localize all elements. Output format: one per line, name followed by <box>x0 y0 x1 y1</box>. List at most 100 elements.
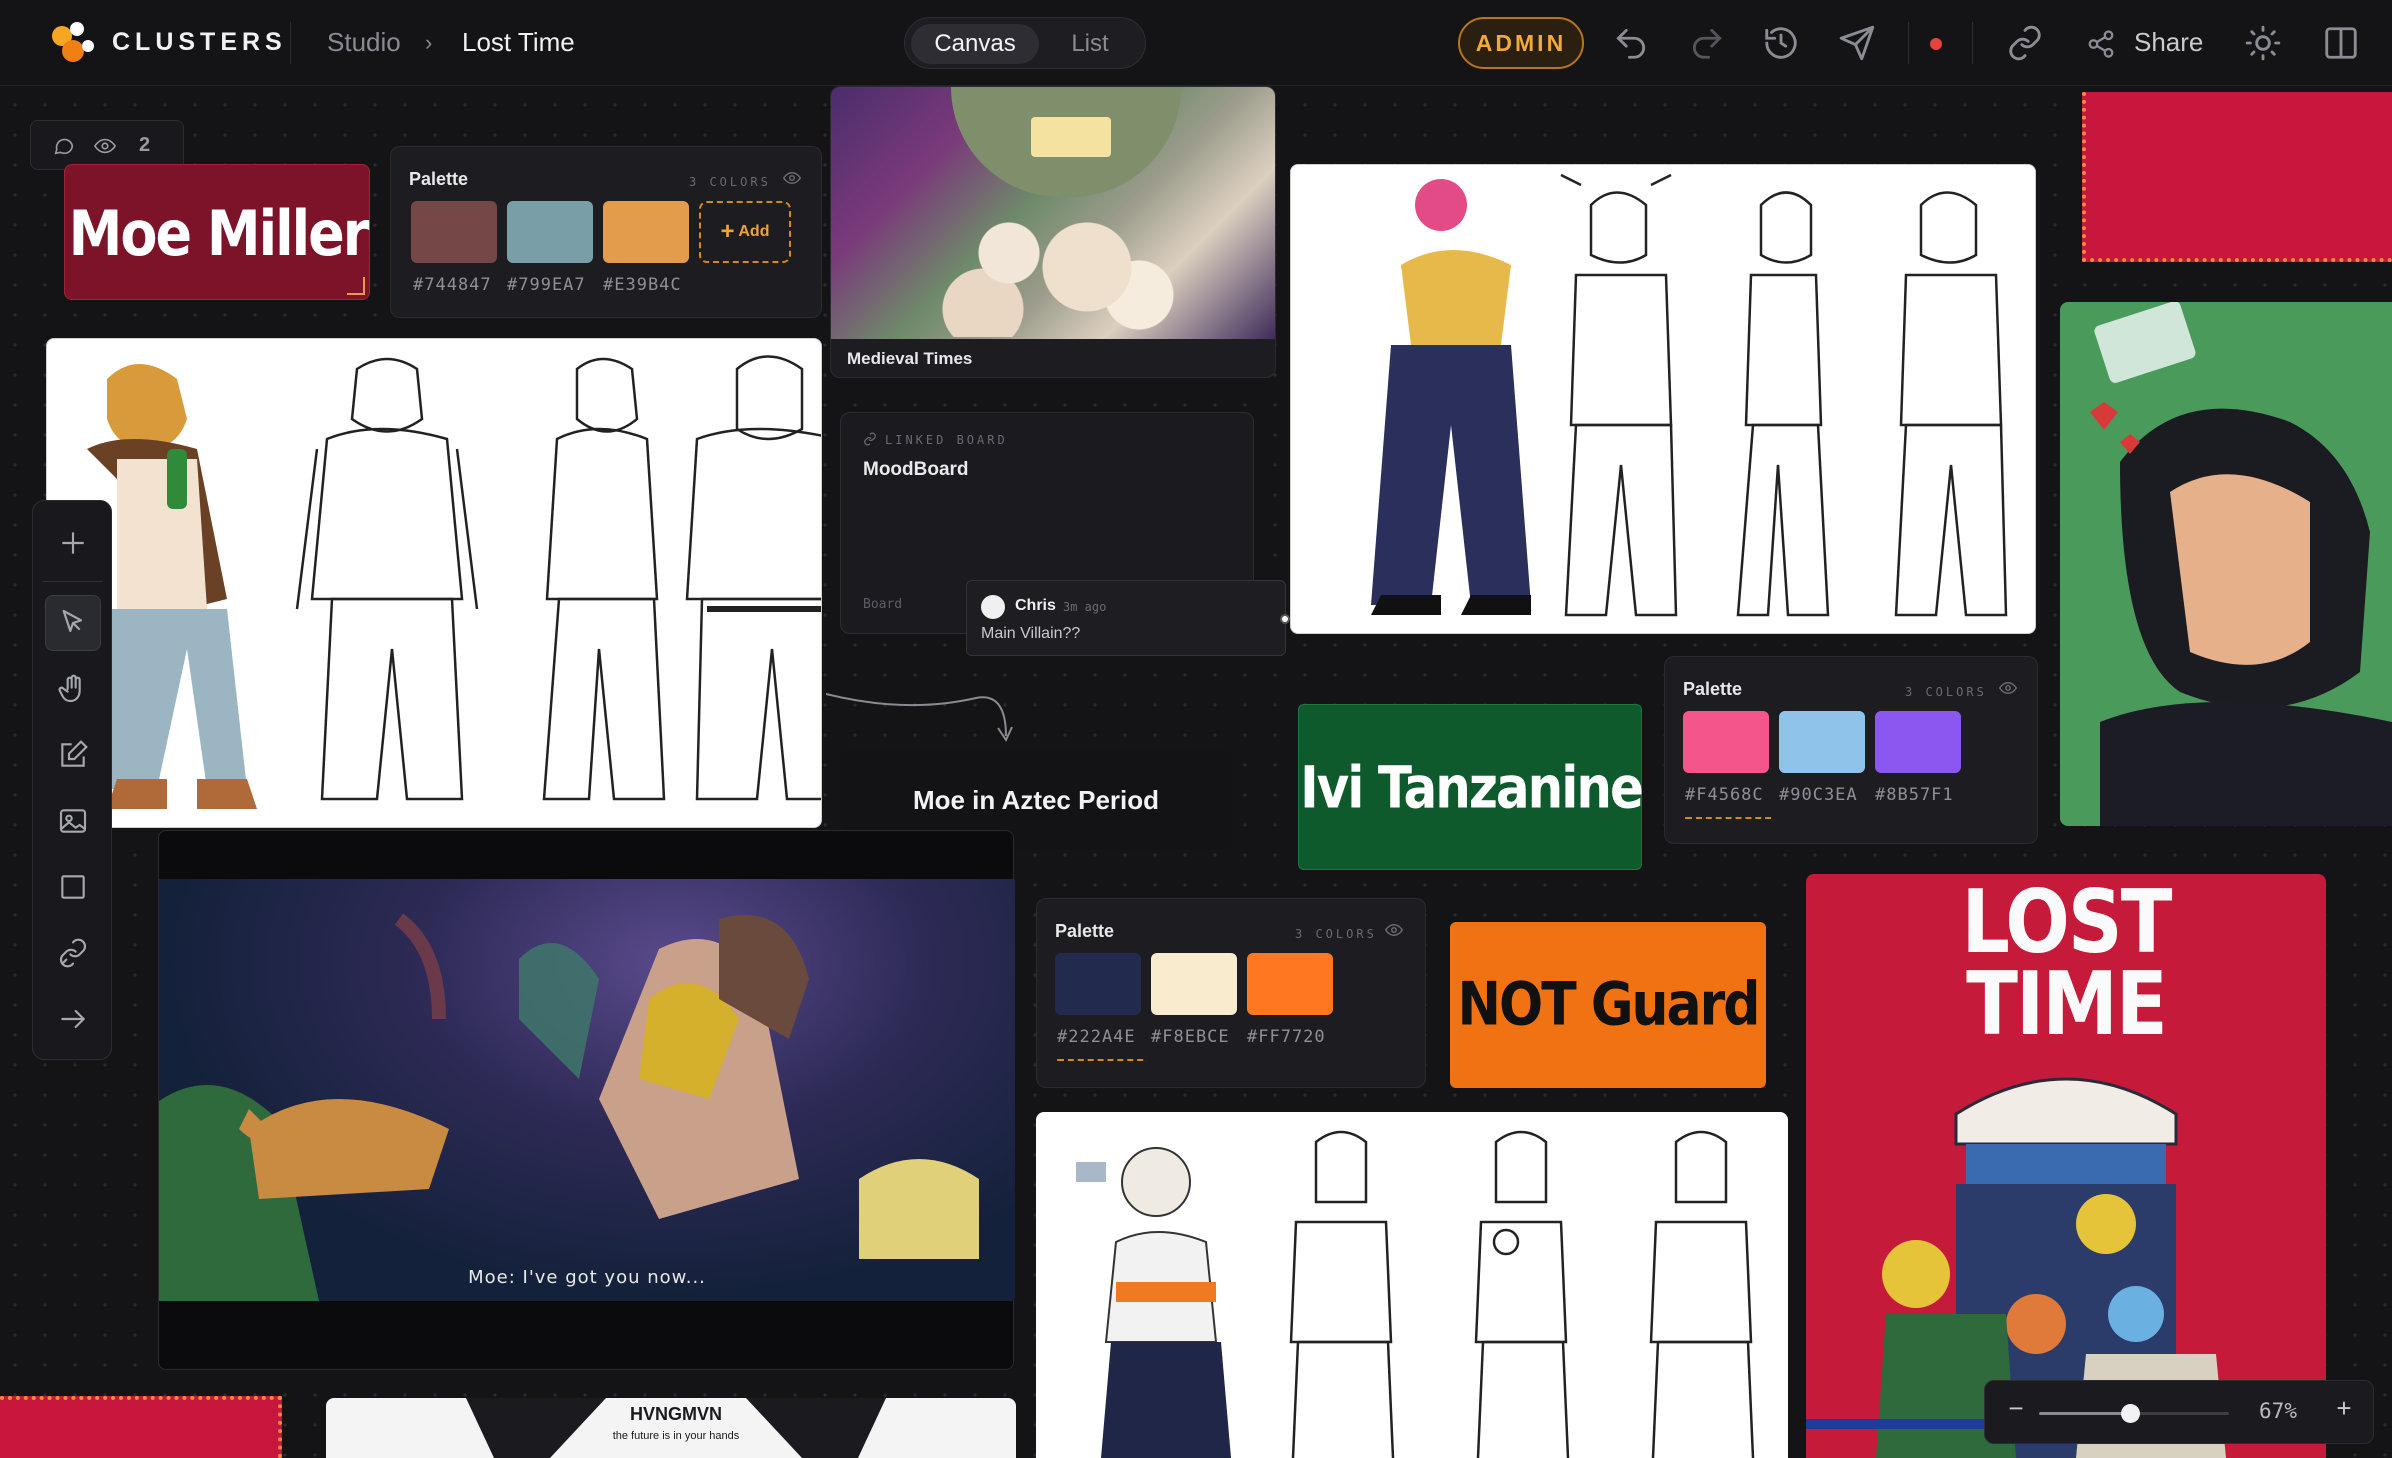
connector-arrow[interactable] <box>826 690 1046 760</box>
not-guard-name-card[interactable]: NOT Guard <box>1450 922 1766 1088</box>
red-texture-card[interactable] <box>2082 92 2392 262</box>
palette-swatch[interactable] <box>1779 711 1865 773</box>
lost-time-poster-image[interactable]: LOST TIME <box>1806 874 2326 1458</box>
link-icon[interactable] <box>45 925 101 981</box>
palette-hex-label: #799EA7 <box>507 275 586 295</box>
zoom-slider-thumb[interactable] <box>2121 1404 2140 1423</box>
history-icon[interactable] <box>1762 24 1800 62</box>
medieval-times-caption: Medieval Times <box>847 349 973 368</box>
hvngmvn-title: HVNGMVN <box>629 1404 722 1424</box>
zoom-in-button[interactable]: + <box>2329 1393 2359 1429</box>
image-icon[interactable] <box>45 793 101 849</box>
rectangle-icon[interactable] <box>45 859 101 915</box>
character-portrait-image[interactable] <box>2060 302 2392 826</box>
medieval-times-card[interactable]: Medieval Times <box>830 86 1276 378</box>
canvas-toolbar <box>32 500 112 1060</box>
comment-time: 3m ago <box>1063 600 1107 614</box>
moe-miller-name-card[interactable]: Moe Miller <box>64 164 370 300</box>
breadcrumb-current-board[interactable]: Lost Time <box>462 27 575 58</box>
theme-sun-icon[interactable] <box>2244 24 2282 62</box>
scene-subtitle: Moe: I've got you now... <box>468 1267 706 1288</box>
hvngmvn-poster-image[interactable]: HVNGMVN the future is in your hands <box>326 1398 1016 1458</box>
brand-name: CLUSTERS <box>112 28 287 56</box>
add-color-placeholder[interactable] <box>1055 1059 1147 1065</box>
linked-board-title: MoodBoard <box>863 459 969 480</box>
medieval-times-image <box>831 87 1275 339</box>
add-color-placeholder[interactable] <box>1683 817 1775 823</box>
breadcrumb-studio[interactable]: Studio <box>327 27 401 58</box>
share-icon[interactable] <box>2086 29 2116 59</box>
palette-card-3[interactable]: Palette 3 COLORS #222A4E #F8EBCE #FF7720 <box>1036 898 1426 1088</box>
aztec-scene-card[interactable]: Moe: I've got you now... <box>158 830 1015 1370</box>
palette-swatch[interactable] <box>1683 711 1769 773</box>
not-guard-title: NOT Guard <box>1457 970 1761 1040</box>
palette-swatch[interactable] <box>507 201 593 263</box>
palette-swatch[interactable] <box>1247 953 1333 1015</box>
view-toggle: Canvas List <box>904 17 1146 69</box>
top-bar: CLUSTERS Studio › Lost Time Canvas List … <box>0 0 2392 86</box>
ivi-tanzanine-name-card[interactable]: Ivi Tanzanine <box>1298 704 1644 870</box>
admin-badge[interactable]: ADMIN <box>1458 17 1584 69</box>
comment-text: Main Villain?? <box>981 625 1081 642</box>
sidebar-toggle-icon[interactable] <box>2322 24 2360 62</box>
ivi-character-sheet-image[interactable] <box>1290 164 2036 634</box>
moe-character-sheet-image[interactable] <box>46 338 822 828</box>
add-color-button[interactable]: + Add <box>699 201 791 263</box>
palette-color-count: 3 COLORS <box>689 175 771 189</box>
palette-card-2[interactable]: Palette 3 COLORS #F4568C #90C3EA #8B57F1 <box>1664 656 2038 844</box>
eye-icon[interactable] <box>1385 921 1403 939</box>
arrow-right-icon[interactable] <box>45 991 101 1047</box>
hvngmvn-tagline: the future is in your hands <box>612 1430 740 1442</box>
comment-bubble[interactable]: Chris 3m ago Main Villain?? <box>966 580 1286 656</box>
zoom-out-button[interactable]: − <box>2001 1393 2031 1429</box>
palette-title: Palette <box>409 169 469 189</box>
add-color-label: Add <box>738 223 770 241</box>
resize-handle-icon[interactable] <box>347 277 365 295</box>
plus-icon[interactable] <box>45 515 101 571</box>
palette-hex-label: #FF7720 <box>1247 1027 1326 1047</box>
select-pointer-icon[interactable] <box>45 595 101 651</box>
record-dot-icon[interactable] <box>1930 38 1942 50</box>
send-icon[interactable] <box>1838 24 1876 62</box>
palette-swatch[interactable] <box>1055 953 1141 1015</box>
palette-swatch[interactable] <box>411 201 497 263</box>
connector-handle[interactable] <box>1280 614 1290 624</box>
redo-icon[interactable] <box>1688 24 1726 62</box>
clusters-logo-icon[interactable] <box>52 22 96 62</box>
breadcrumb-separator: › <box>425 30 433 55</box>
ivi-turnaround-drawing <box>1371 173 2008 617</box>
moe-turnaround-drawing <box>87 355 821 809</box>
eye-icon[interactable] <box>1999 679 2017 697</box>
palette-swatch[interactable] <box>1875 711 1961 773</box>
zoom-slider-fill <box>2039 1412 2130 1415</box>
palette-hex-label: #222A4E <box>1057 1027 1136 1047</box>
palette-title: Palette <box>1055 921 1115 941</box>
moe-miller-title: Moe Miller <box>68 196 370 270</box>
share-button[interactable]: Share <box>2134 27 2203 58</box>
divider <box>1972 22 1973 64</box>
palette-swatch[interactable] <box>603 201 689 263</box>
comment-icon <box>54 138 74 155</box>
undo-icon[interactable] <box>1612 24 1650 62</box>
palette-color-count: 3 COLORS <box>1905 685 1987 699</box>
link-icon[interactable] <box>2006 24 2044 62</box>
palette-hex-label: #F4568C <box>1685 785 1764 805</box>
tab-list[interactable]: List <box>1041 24 1139 64</box>
plus-icon: + <box>720 218 735 245</box>
palette-swatch[interactable] <box>1151 953 1237 1015</box>
divider <box>290 22 291 64</box>
zoom-slider-track[interactable] <box>2039 1404 2229 1423</box>
red-texture-card[interactable] <box>0 1396 282 1458</box>
palette-hex-label: #8B57F1 <box>1875 785 1954 805</box>
tab-canvas[interactable]: Canvas <box>911 24 1039 64</box>
divider <box>43 581 103 582</box>
palette-card-1[interactable]: Palette 3 COLORS + Add #744847 #799EA7 #… <box>390 146 822 318</box>
ivi-tanzanine-title: Ivi Tanzanine <box>1300 754 1644 822</box>
not-guard-character-sheet-image[interactable] <box>1036 1112 1788 1458</box>
divider <box>1908 22 1909 64</box>
eye-icon[interactable] <box>783 169 801 187</box>
poster-title-line-2: TIME <box>1966 952 2168 1055</box>
hand-icon[interactable] <box>45 661 101 717</box>
edit-note-icon[interactable] <box>45 727 101 783</box>
palette-title: Palette <box>1683 679 1743 699</box>
